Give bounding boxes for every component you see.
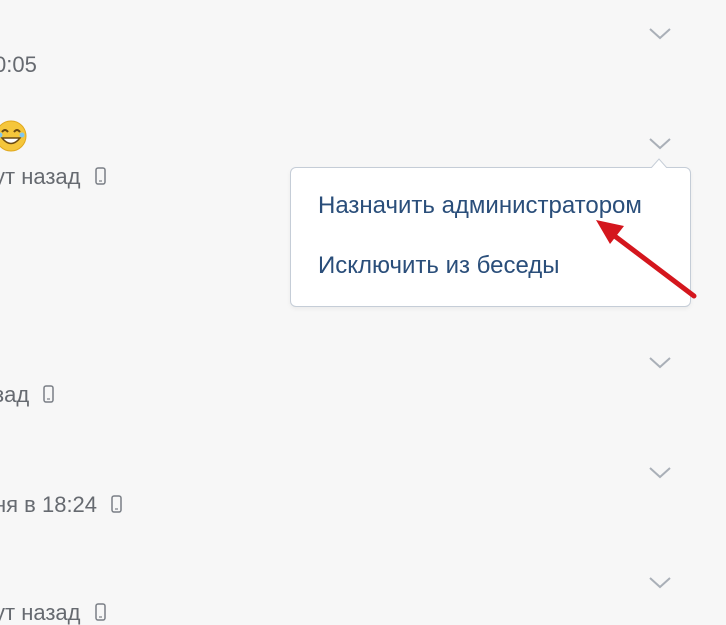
chevron-down-icon[interactable] [648,137,672,151]
status-line: ня в 18:24 [0,492,122,517]
phone-icon [43,385,55,403]
status-line: 0:05 [0,52,37,77]
status-text: ут назад [0,164,81,190]
phone-icon [94,603,106,621]
menu-pointer [651,158,667,168]
status-line: ут назад [0,600,106,625]
chevron-down-icon[interactable] [648,356,672,370]
menu-item-remove-from-chat[interactable]: Исключить из беседы [318,251,560,281]
status-text: зад [0,382,30,408]
status-text: 0:05 [0,52,37,78]
emoji-icon [0,120,27,152]
red-arrow-annotation [596,220,697,299]
status-line: ут назад [0,164,106,189]
chevron-down-icon[interactable] [648,576,672,590]
status-text: ут назад [0,600,81,625]
status-line: зад [0,382,55,408]
status-text: ня в 18:24 [0,492,98,518]
chevron-down-icon[interactable] [648,27,672,41]
phone-icon [94,167,106,185]
chevron-down-icon[interactable] [648,466,672,480]
phone-icon [111,495,122,513]
